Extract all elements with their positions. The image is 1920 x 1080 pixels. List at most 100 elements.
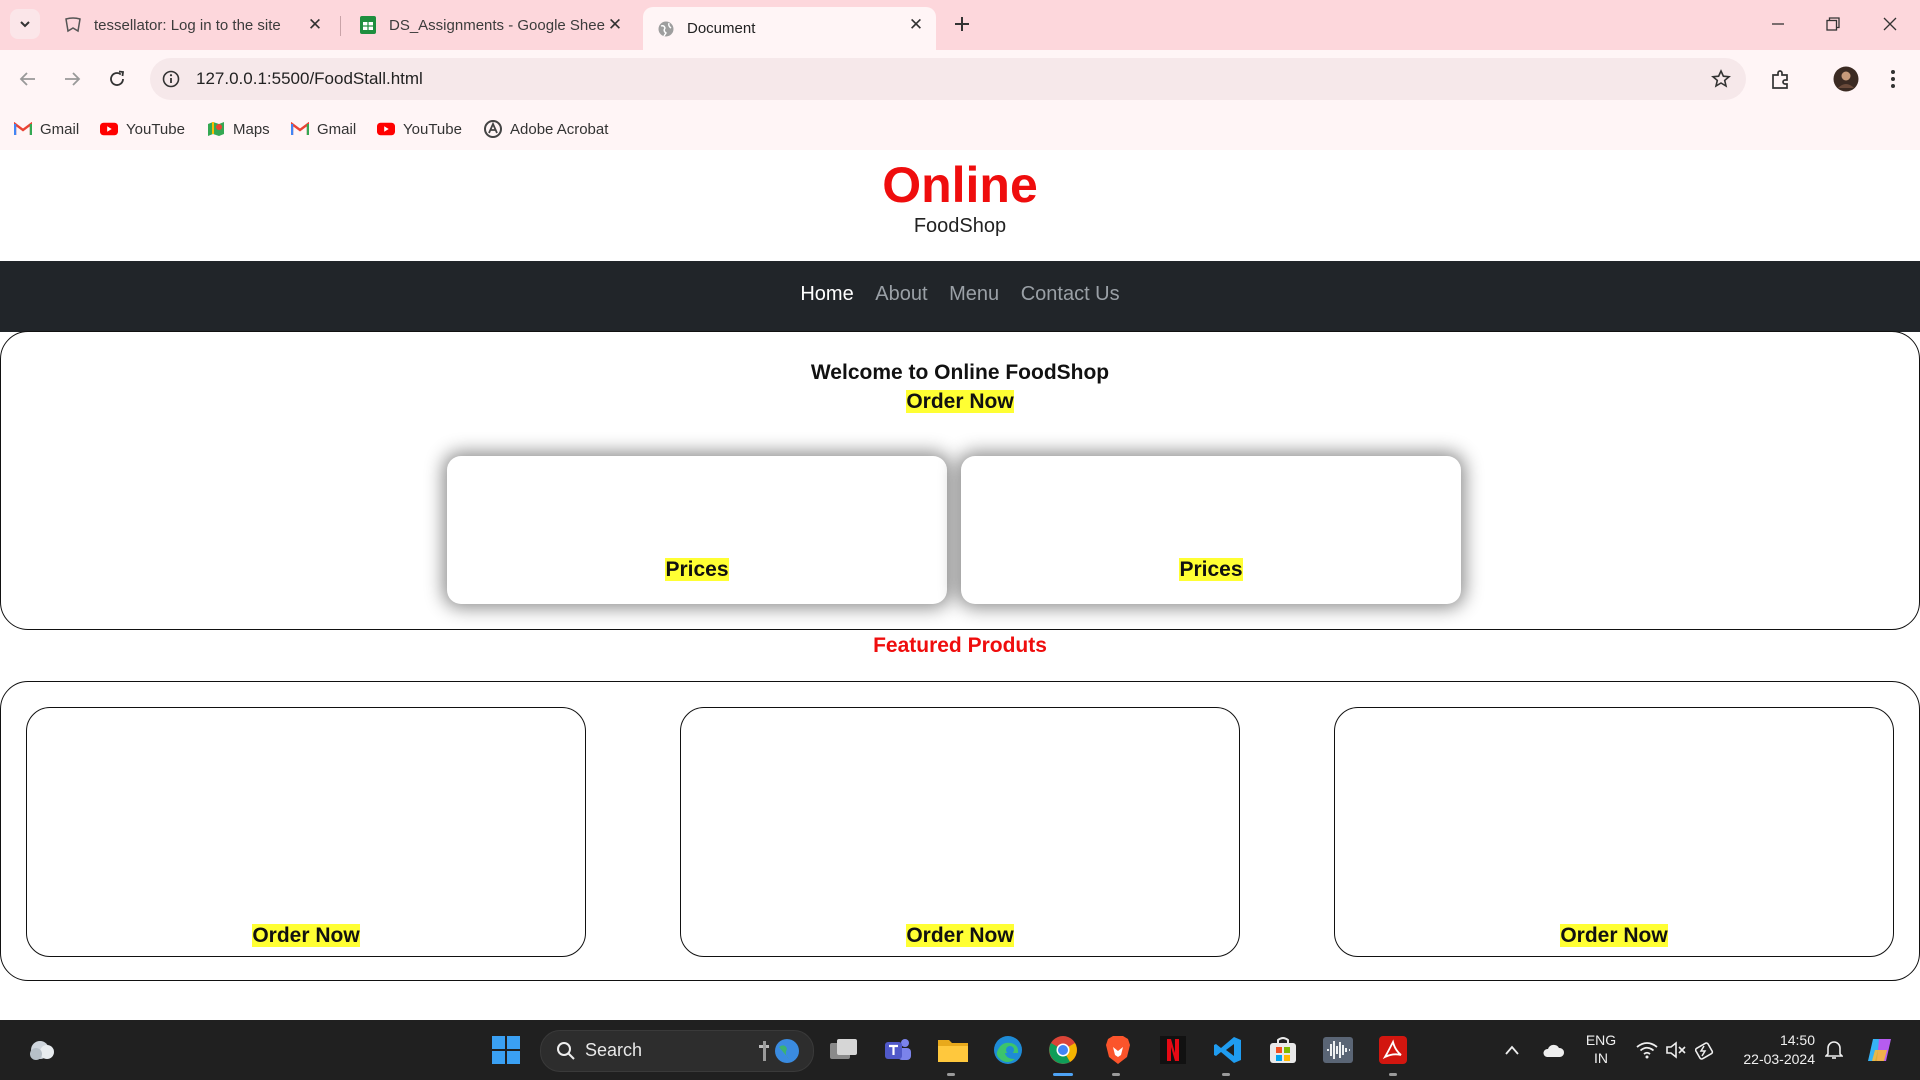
nav-menu[interactable]: Menu: [949, 283, 999, 305]
bookmark-label: Maps: [233, 120, 270, 138]
show-hidden-icons-button[interactable]: [1494, 1032, 1530, 1068]
bookmark-youtube[interactable]: YouTube: [100, 117, 185, 141]
tab-document[interactable]: Document ✕: [643, 7, 936, 50]
task-view-button[interactable]: [826, 1032, 862, 1068]
tab-title: Document: [687, 20, 756, 37]
adobe-acrobat-icon: [1379, 1036, 1407, 1064]
brave-app[interactable]: [1100, 1032, 1136, 1068]
wifi-icon: [1636, 1042, 1658, 1059]
search-label: Search: [585, 1040, 643, 1060]
chrome-app[interactable]: [1045, 1032, 1081, 1068]
price-card: Prices: [961, 456, 1461, 604]
tessellator-icon: [64, 16, 82, 34]
bookmark-youtube[interactable]: YouTube: [377, 117, 462, 141]
url-text: 127.0.0.1:5500/FoodStall.html: [196, 69, 423, 88]
adobe-acrobat-icon: [484, 120, 502, 138]
audio-wave-icon: [1323, 1037, 1353, 1063]
close-icon[interactable]: ✕: [305, 15, 325, 35]
copilot-icon: [1868, 1039, 1891, 1061]
new-tab-button[interactable]: [948, 10, 976, 38]
bookmark-adobe-acrobat[interactable]: Adobe Acrobat: [484, 117, 608, 141]
nav-contact-us[interactable]: Contact Us: [1021, 283, 1120, 305]
bookmark-gmail[interactable]: Gmail: [291, 117, 356, 141]
order-now-button[interactable]: Order Now: [906, 924, 1014, 947]
store-app[interactable]: [1265, 1032, 1301, 1068]
gmail-icon: [291, 120, 309, 138]
avatar-icon: [1833, 66, 1859, 92]
restore-icon: [1826, 17, 1840, 31]
order-now-button[interactable]: Order Now: [1560, 924, 1668, 947]
start-button[interactable]: [488, 1032, 524, 1068]
back-button[interactable]: [12, 63, 44, 95]
clock-date: 22-03-2024: [1743, 1051, 1815, 1067]
chrome-icon: [1049, 1036, 1077, 1064]
close-window-button[interactable]: [1870, 10, 1910, 38]
notifications-button[interactable]: [1816, 1032, 1852, 1068]
bookmark-gmail[interactable]: Gmail: [14, 117, 79, 141]
tab-title: DS_Assignments - Google Shee: [389, 16, 605, 34]
bookmark-label: YouTube: [126, 120, 185, 138]
region-code: IN: [1594, 1050, 1608, 1066]
search-highlight-icon: [757, 1037, 801, 1065]
netflix-app[interactable]: [1155, 1032, 1191, 1068]
reload-button[interactable]: [101, 63, 133, 95]
extensions-button[interactable]: [1765, 63, 1797, 95]
clock-time: 14:50: [1779, 1032, 1815, 1048]
copilot-button[interactable]: [1862, 1032, 1898, 1068]
file-explorer-app[interactable]: [935, 1032, 971, 1068]
nav-links: Home About Menu Contact Us: [0, 283, 1920, 306]
nav-about[interactable]: About: [875, 283, 927, 305]
order-now-button[interactable]: Order Now: [906, 390, 1014, 413]
teams-icon: [885, 1039, 911, 1060]
tab-strip: tessellator: Log in to the site ✕ DS_Ass…: [0, 0, 1920, 50]
address-bar[interactable]: 127.0.0.1:5500/FoodStall.html: [150, 58, 1746, 100]
web-page: Online FoodShop Home About Menu Contact …: [0, 150, 1920, 1020]
battery-status[interactable]: [1688, 1032, 1724, 1068]
order-now-button[interactable]: Order Now: [252, 924, 360, 947]
active-indicator: [1053, 1073, 1073, 1076]
bookmark-star-icon[interactable]: [1710, 68, 1732, 90]
tab-search-button[interactable]: [10, 9, 40, 39]
puzzle-icon: [1772, 70, 1788, 89]
bookmark-maps[interactable]: Maps: [207, 117, 270, 141]
bell-icon: [1825, 1041, 1843, 1059]
search-icon: [555, 1040, 577, 1062]
browser-menu-button[interactable]: [1877, 63, 1909, 95]
site-info-icon[interactable]: [160, 68, 182, 90]
onedrive-button[interactable]: [1535, 1032, 1571, 1068]
minimize-icon: [1772, 23, 1784, 25]
input-language[interactable]: ENG IN: [1576, 1031, 1626, 1067]
bookmark-label: Adobe Acrobat: [510, 120, 609, 138]
close-icon[interactable]: ✕: [605, 15, 625, 35]
arrow-left-icon: [19, 72, 35, 86]
taskbar-search[interactable]: Search: [540, 1030, 814, 1072]
forward-button[interactable]: [56, 63, 88, 95]
teams-app[interactable]: [880, 1032, 916, 1068]
prices-button[interactable]: Prices: [665, 558, 729, 581]
prices-button[interactable]: Prices: [1179, 558, 1243, 581]
profile-avatar[interactable]: [1830, 63, 1862, 95]
edge-app[interactable]: [990, 1032, 1026, 1068]
featured-products-heading: Featured Produts: [873, 634, 1047, 657]
restore-button[interactable]: [1813, 10, 1853, 38]
netflix-icon: [1160, 1036, 1186, 1064]
task-view-icon: [830, 1039, 857, 1059]
tab-ds-assignments[interactable]: DS_Assignments - Google Shee ✕: [345, 7, 635, 43]
clock[interactable]: 14:50 22-03-2024: [1730, 1031, 1830, 1069]
close-icon[interactable]: ✕: [906, 15, 926, 35]
minimize-button[interactable]: [1758, 10, 1798, 38]
tab-title: tessellator: Log in to the site: [94, 16, 281, 34]
tab-tessellator[interactable]: tessellator: Log in to the site ✕: [50, 7, 335, 43]
audio-editor-app[interactable]: [1320, 1032, 1356, 1068]
welcome-heading: Welcome to Online FoodShop: [810, 361, 1110, 384]
bookmark-label: YouTube: [403, 120, 462, 138]
vscode-app[interactable]: [1210, 1032, 1246, 1068]
nav-home[interactable]: Home: [800, 283, 853, 305]
adobe-acrobat-app[interactable]: [1375, 1032, 1411, 1068]
vscode-icon: [1214, 1037, 1241, 1063]
running-indicator: [1389, 1073, 1397, 1076]
language-code: ENG: [1585, 1032, 1617, 1048]
maps-icon: [207, 120, 225, 138]
volume-muted-icon: [1666, 1041, 1686, 1059]
weather-widget[interactable]: [24, 1032, 60, 1068]
